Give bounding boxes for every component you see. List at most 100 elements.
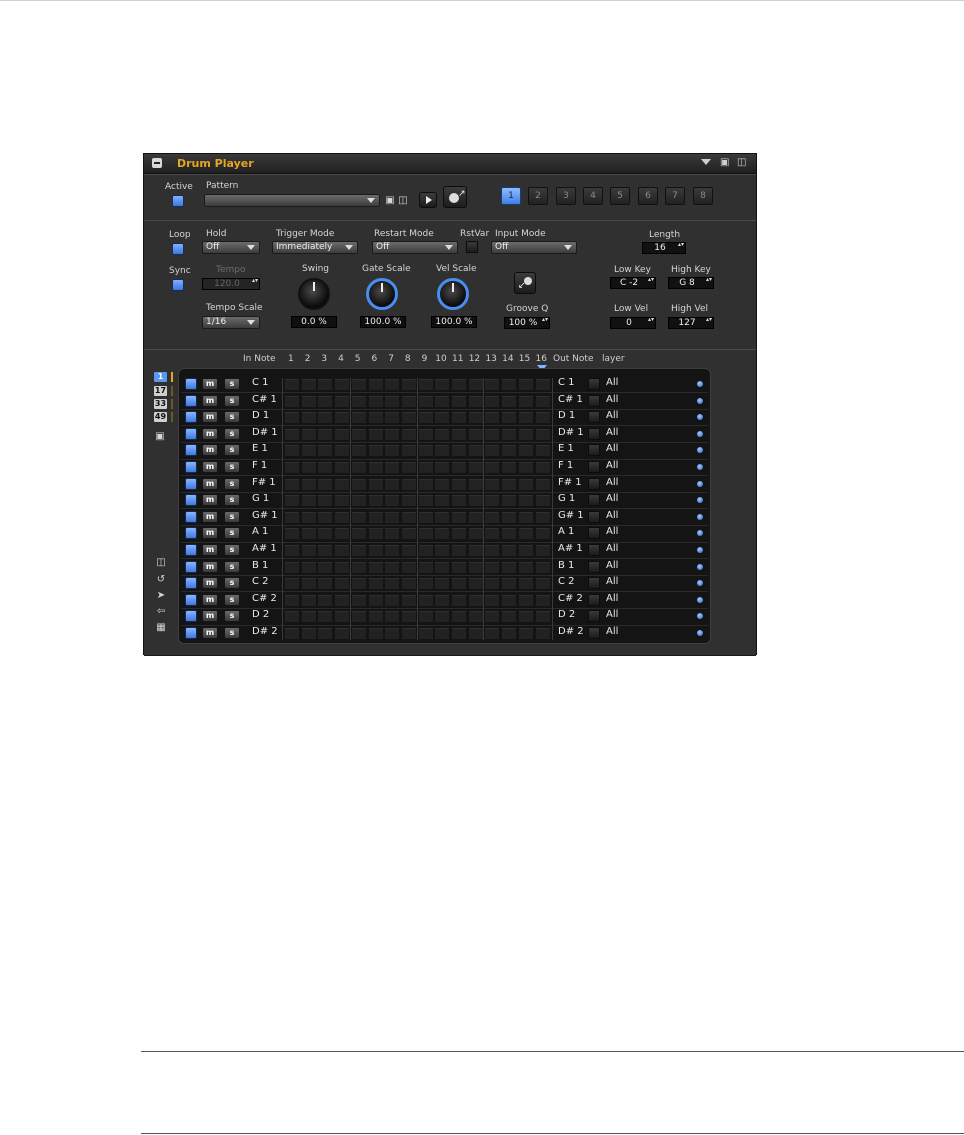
layer-value[interactable]: All [606, 560, 618, 571]
row-active-toggle[interactable] [185, 378, 197, 390]
mute-button[interactable]: m [202, 627, 218, 639]
step-cell-13[interactable] [485, 545, 500, 556]
step-cell-14[interactable] [502, 462, 517, 473]
mute-button[interactable]: m [202, 461, 218, 473]
hold-dropdown[interactable]: Off [202, 241, 260, 254]
step-cell-6[interactable] [368, 428, 383, 440]
step-cell-14[interactable] [502, 445, 517, 457]
step-cell-15[interactable] [518, 412, 533, 424]
step-cell-9[interactable] [418, 545, 433, 556]
step-cell-9[interactable] [418, 628, 433, 639]
solo-button[interactable]: s [224, 411, 240, 424]
step-cell-3[interactable] [318, 611, 333, 623]
mute-button[interactable]: m [202, 560, 218, 573]
mute-button[interactable]: m [202, 378, 218, 390]
out-note[interactable]: A 1 [558, 526, 574, 537]
active-toggle[interactable] [172, 195, 184, 207]
step-cell-7[interactable] [385, 445, 400, 457]
step-cell-4[interactable] [335, 428, 350, 440]
step-cell-12[interactable] [468, 445, 483, 457]
step-cell-7[interactable] [385, 611, 400, 623]
in-note[interactable]: C# 1 [252, 394, 277, 405]
step-cell-12[interactable] [468, 561, 483, 573]
vel-scale-knob[interactable] [437, 278, 469, 310]
page-badge-1[interactable]: 1 [154, 372, 167, 382]
row-active-toggle[interactable] [185, 610, 197, 623]
step-cell-3[interactable] [318, 478, 333, 490]
step-cell-16[interactable] [535, 528, 550, 540]
step-cell-5[interactable] [351, 545, 366, 556]
out-note-learn[interactable] [588, 427, 600, 440]
step-cell-9[interactable] [418, 478, 433, 490]
step-cell-15[interactable] [518, 495, 533, 507]
in-note[interactable]: C 1 [252, 377, 269, 388]
pattern-button-4[interactable]: 4 [583, 187, 603, 205]
step-cell-14[interactable] [502, 611, 517, 623]
out-note[interactable]: D 1 [558, 410, 575, 421]
step-cell-16[interactable] [535, 379, 550, 390]
step-cell-6[interactable] [368, 511, 383, 523]
row-active-toggle[interactable] [185, 427, 197, 440]
out-note-learn[interactable] [588, 411, 600, 424]
step-cell-9[interactable] [418, 511, 433, 523]
row-active-toggle[interactable] [185, 477, 197, 490]
solo-button[interactable]: s [224, 544, 240, 556]
gate-scale-value[interactable]: 100.0 % [360, 316, 406, 328]
row-active-toggle[interactable] [185, 577, 197, 590]
step-cell-2[interactable] [301, 379, 316, 390]
step-cell-11[interactable] [452, 445, 466, 457]
step-cell-5[interactable] [351, 428, 366, 440]
step-cell-5[interactable] [351, 611, 366, 623]
layer-dropdown-icon[interactable] [697, 464, 703, 470]
step-cell-4[interactable] [335, 528, 350, 540]
step-cell-6[interactable] [368, 445, 383, 457]
step-cell-5[interactable] [351, 412, 366, 424]
step-cell-5[interactable] [351, 511, 366, 523]
solo-button[interactable]: s [224, 394, 240, 407]
tempo-scale-dropdown[interactable]: 1/16 [202, 316, 260, 329]
lock-icon[interactable]: ▣ [154, 431, 166, 443]
step-cell-3[interactable] [318, 428, 333, 440]
step-cell-15[interactable] [518, 578, 533, 590]
step-cell-11[interactable] [452, 395, 466, 407]
step-cell-10[interactable] [435, 462, 450, 473]
step-cell-5[interactable] [351, 528, 366, 540]
out-note[interactable]: F# 1 [558, 477, 582, 488]
copy-rows-icon[interactable]: ▦ [155, 622, 167, 634]
solo-button[interactable]: s [224, 444, 240, 457]
out-note[interactable]: D 2 [558, 609, 575, 620]
step-cell-8[interactable] [401, 428, 416, 440]
in-note[interactable]: B 1 [252, 560, 268, 571]
step-cell-16[interactable] [535, 545, 550, 556]
step-cell-13[interactable] [485, 379, 500, 390]
step-cell-12[interactable] [468, 611, 483, 623]
in-note[interactable]: D# 1 [252, 427, 278, 438]
step-cell-7[interactable] [385, 462, 400, 473]
row-active-toggle[interactable] [185, 394, 197, 407]
step-cell-9[interactable] [418, 528, 433, 540]
step-cell-7[interactable] [385, 412, 400, 424]
step-cell-4[interactable] [335, 445, 350, 457]
step-cell-1[interactable] [285, 495, 299, 507]
row-active-toggle[interactable] [185, 510, 197, 523]
step-cell-1[interactable] [285, 545, 299, 556]
step-cell-13[interactable] [485, 412, 500, 424]
out-note[interactable]: D# 1 [558, 427, 584, 438]
out-note-learn[interactable] [588, 610, 600, 623]
mute-button[interactable]: m [202, 427, 218, 440]
step-cell-8[interactable] [401, 528, 416, 540]
solo-button[interactable]: s [224, 378, 240, 390]
step-cell-12[interactable] [468, 545, 483, 556]
row-active-toggle[interactable] [185, 461, 197, 473]
step-cell-7[interactable] [385, 395, 400, 407]
step-cell-10[interactable] [435, 594, 450, 606]
step-cell-6[interactable] [368, 379, 383, 390]
row-active-toggle[interactable] [185, 560, 197, 573]
step-cell-10[interactable] [435, 628, 450, 639]
step-cell-13[interactable] [485, 395, 500, 407]
row-active-toggle[interactable] [185, 527, 197, 540]
out-note-learn[interactable] [588, 378, 600, 390]
out-note-learn[interactable] [588, 527, 600, 540]
drag-midi-button[interactable]: ↗ [443, 186, 467, 208]
in-note[interactable]: G# 1 [252, 510, 278, 521]
